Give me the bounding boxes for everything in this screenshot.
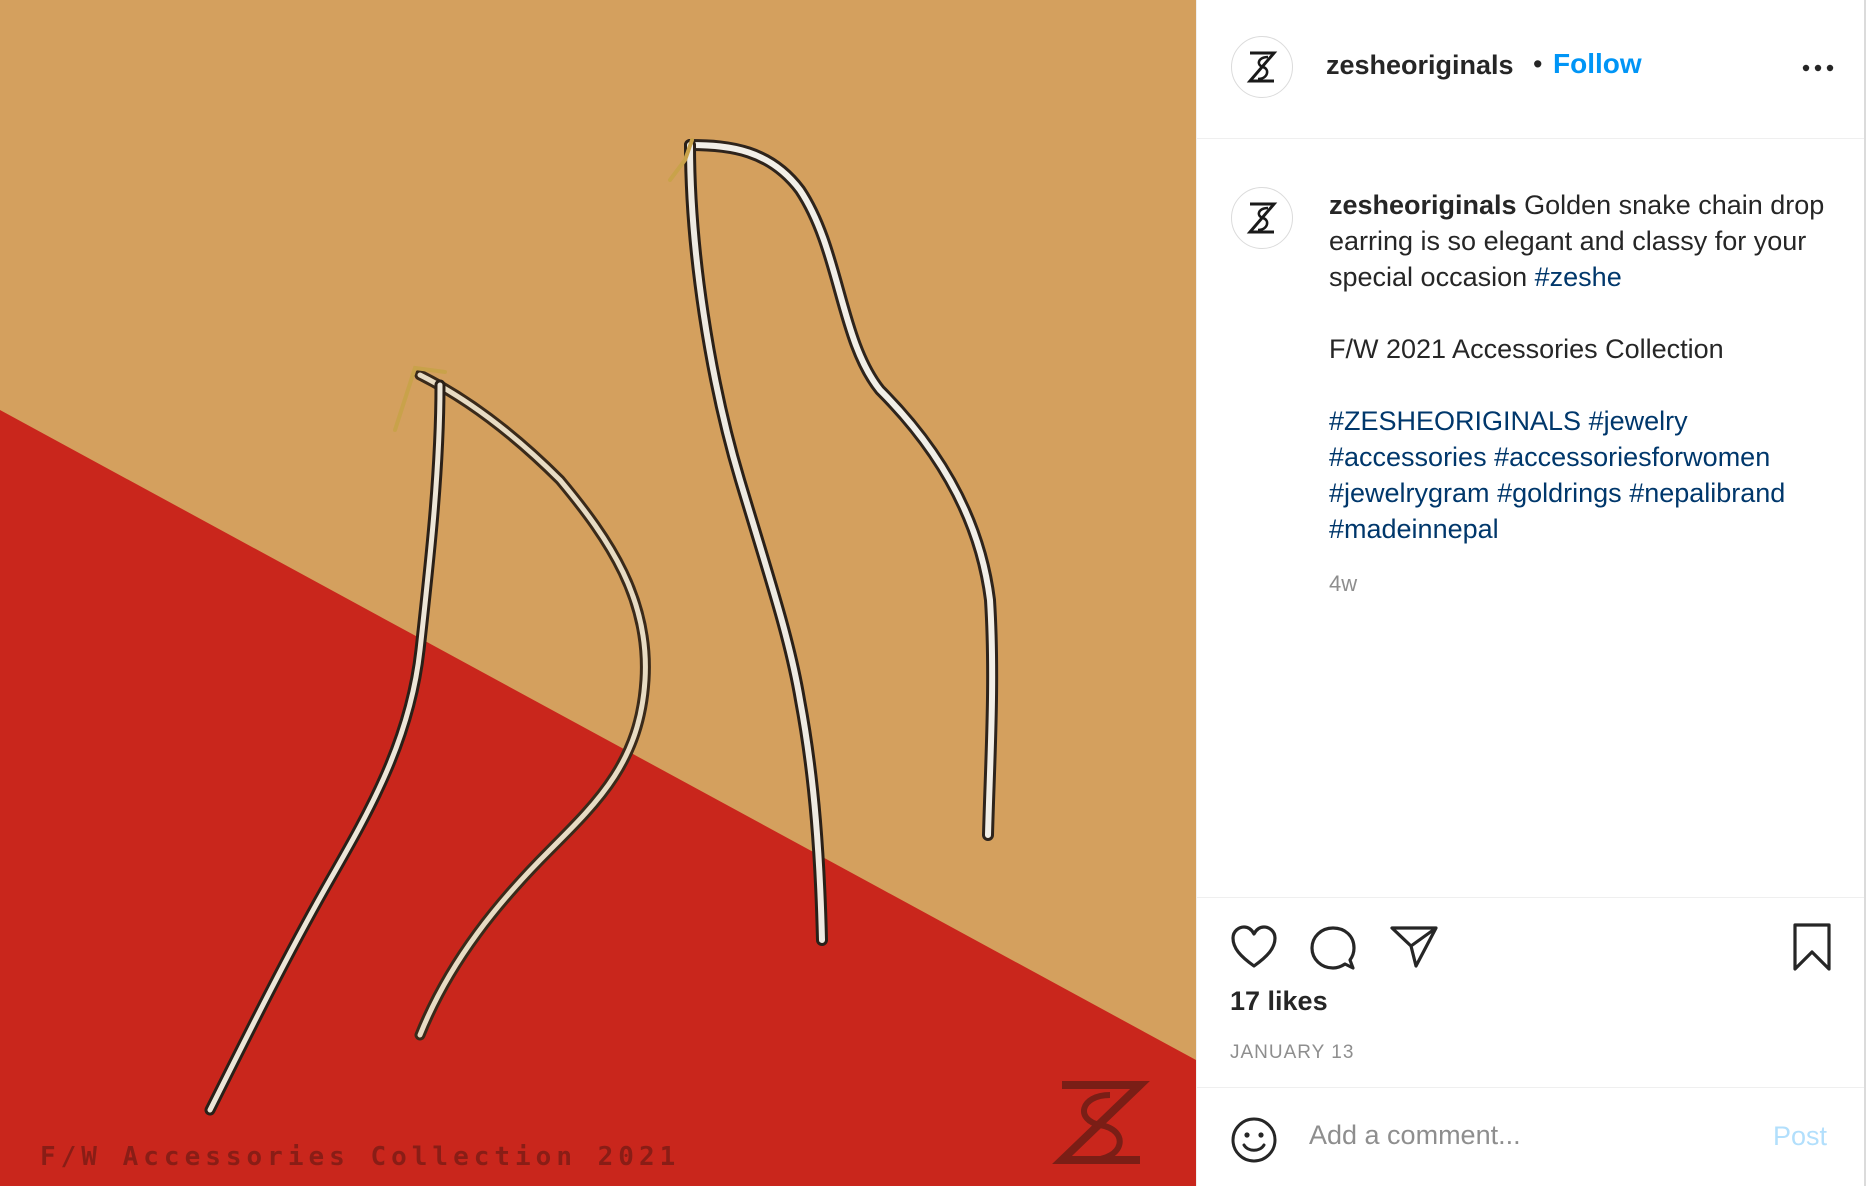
hashtag-link[interactable]: #zeshe <box>1535 262 1622 292</box>
comment-box: Post <box>1197 1087 1864 1186</box>
photo-watermark-text: F/W Accessories Collection 2021 <box>40 1142 681 1172</box>
caption-area: zesheoriginals Golden snake chain drop e… <box>1197 139 1864 897</box>
share-icon[interactable] <box>1389 924 1439 970</box>
post-image[interactable]: F/W Accessories Collection 2021 <box>0 0 1196 1186</box>
hashtag-link[interactable]: #accessoriesforwomen <box>1494 442 1770 472</box>
hashtag-link[interactable]: #madeinnepal <box>1329 514 1499 544</box>
follow-button[interactable]: Follow <box>1553 48 1642 80</box>
hashtag-link[interactable]: #jewelrygram <box>1329 478 1490 508</box>
earrings-photo <box>0 0 1196 1186</box>
emoji-icon[interactable] <box>1230 1116 1278 1164</box>
more-options-icon[interactable] <box>1801 56 1835 80</box>
post-comment-button[interactable]: Post <box>1773 1121 1827 1152</box>
collection-line: F/W 2021 Accessories Collection <box>1329 334 1724 364</box>
avatar[interactable] <box>1231 36 1293 98</box>
post-date: JANUARY 13 <box>1230 1042 1355 1063</box>
comment-input[interactable] <box>1309 1110 1759 1160</box>
post-header: zesheoriginals • Follow <box>1197 0 1864 139</box>
header-separator: • <box>1533 49 1543 79</box>
zs-logo-icon <box>1246 51 1278 83</box>
post-details-panel: zesheoriginals • Follow zesheoriginals G… <box>1196 0 1866 1186</box>
zs-logo-icon <box>1246 202 1278 234</box>
hashtag-link[interactable]: #goldrings <box>1497 478 1622 508</box>
caption-text: zesheoriginals Golden snake chain drop e… <box>1329 187 1849 547</box>
caption-avatar[interactable] <box>1231 187 1293 249</box>
hashtag-link[interactable]: #jewelry <box>1589 406 1688 436</box>
comment-icon[interactable] <box>1309 924 1357 972</box>
caption-time-ago[interactable]: 4w <box>1329 571 1357 597</box>
bookmark-icon[interactable] <box>1791 922 1833 972</box>
hashtag-link[interactable]: #accessories <box>1329 442 1487 472</box>
post-actions: 17 likes JANUARY 13 <box>1197 897 1864 1087</box>
header-username[interactable]: zesheoriginals <box>1326 50 1514 81</box>
hashtag-link[interactable]: #nepalibrand <box>1629 478 1785 508</box>
caption-username[interactable]: zesheoriginals <box>1329 190 1517 220</box>
hashtag-link[interactable]: #ZESHEORIGINALS <box>1329 406 1581 436</box>
likes-count[interactable]: 17 likes <box>1230 986 1328 1017</box>
heart-icon[interactable] <box>1230 924 1278 970</box>
